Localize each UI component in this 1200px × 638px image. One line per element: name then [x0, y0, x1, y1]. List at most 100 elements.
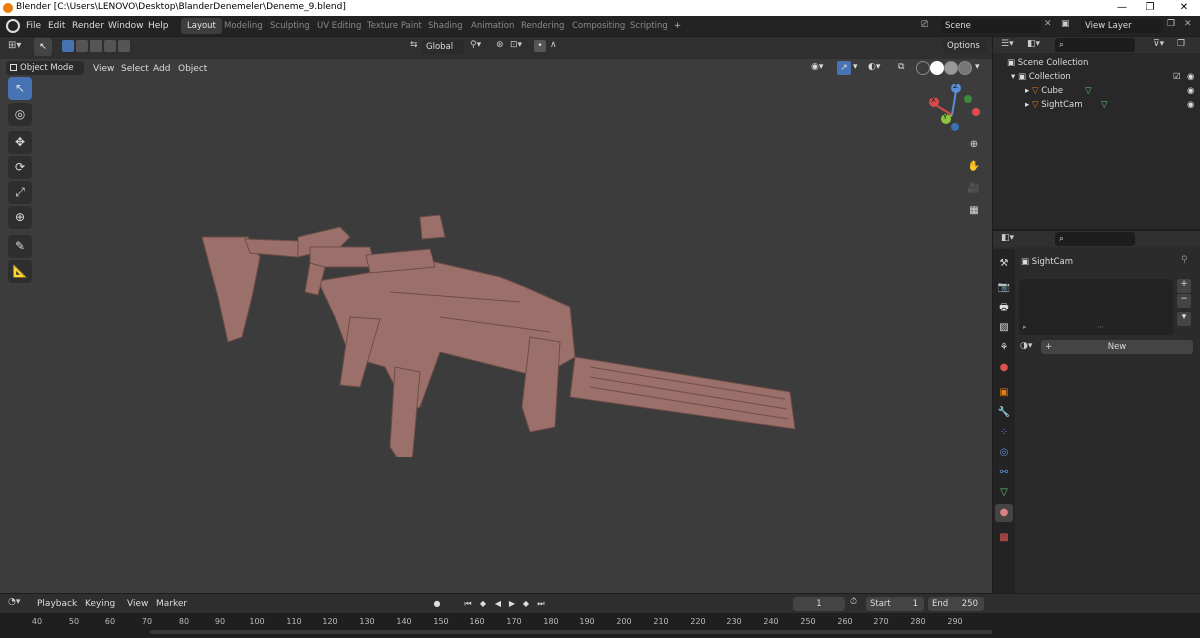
- collection-visibility-icon[interactable]: ◉: [1187, 70, 1194, 84]
- snap-target-icon[interactable]: ⊡▾: [510, 40, 522, 50]
- play-icon[interactable]: ▶: [506, 598, 518, 610]
- material-slot-list[interactable]: ▸ ⋯: [1019, 279, 1173, 335]
- properties-search-input[interactable]: ⌕: [1055, 232, 1135, 246]
- overlays-icon[interactable]: ◐▾: [868, 62, 880, 72]
- scene-remove-icon[interactable]: ✕: [1044, 19, 1054, 29]
- blender-menu-icon[interactable]: [6, 19, 20, 33]
- timeline-menu-playback[interactable]: Playback: [37, 597, 77, 611]
- scene-icon[interactable]: ⎚: [921, 20, 935, 32]
- render-tab-icon[interactable]: 📷: [995, 279, 1013, 297]
- select-box-icon[interactable]: ↖: [8, 77, 32, 100]
- expand-icon[interactable]: ▸: [1025, 86, 1032, 96]
- collection-checkbox[interactable]: ☑: [1173, 70, 1181, 84]
- jump-start-icon[interactable]: ⏮: [462, 598, 474, 610]
- collection-row[interactable]: ▾ ▣ Collection ☑ ◉: [1011, 70, 1197, 84]
- visibility-icon[interactable]: ◉▾: [811, 62, 823, 72]
- properties-editor-icon[interactable]: ◧▾: [1001, 233, 1014, 243]
- close-window-button[interactable]: ✕: [1177, 1, 1191, 15]
- maximize-button[interactable]: ❐: [1143, 1, 1157, 15]
- world-tab-icon[interactable]: ●: [995, 359, 1013, 377]
- filter-icon[interactable]: ⊽▾: [1153, 39, 1164, 49]
- scene-selector[interactable]: Scene: [941, 19, 1041, 33]
- snap-icon[interactable]: ⊛: [496, 40, 504, 50]
- xray-icon[interactable]: ⧉: [898, 62, 904, 72]
- current-frame-field[interactable]: 1: [793, 597, 845, 611]
- outliner-item-cube[interactable]: ▸ ▽ Cube ▽ ◉: [1025, 84, 1197, 98]
- transform-icon[interactable]: ⊕: [8, 206, 32, 229]
- tab-layout[interactable]: Layout: [181, 18, 222, 34]
- constraints-tab-icon[interactable]: ⚯: [995, 464, 1013, 482]
- material-shading-icon[interactable]: [944, 61, 958, 75]
- jump-end-icon[interactable]: ⏭: [535, 598, 547, 610]
- tab-shading[interactable]: Shading: [422, 18, 469, 34]
- outliner[interactable]: ☰▾ ◧▾ ⌕ ⊽▾ ❐ ▣ Scene Collection ▾ ▣ Coll…: [993, 37, 1200, 229]
- timeline-menu-keying[interactable]: Keying: [85, 597, 115, 611]
- jump-keyframe-back-icon[interactable]: ◆: [477, 598, 489, 610]
- list-expand-icon[interactable]: ▸: [1023, 323, 1027, 331]
- select-intersect-icon[interactable]: [118, 40, 130, 52]
- pivot-point-icon[interactable]: ⚲▾: [470, 40, 481, 50]
- jump-keyframe-forward-icon[interactable]: ◆: [520, 598, 532, 610]
- viewport-menu-add[interactable]: Add: [153, 62, 170, 76]
- tab-uv-editing[interactable]: UV Editing: [311, 18, 367, 34]
- editor-type-icon[interactable]: ⊞▾: [8, 40, 21, 51]
- timeline-scrollbar[interactable]: [150, 630, 992, 634]
- select-extend-icon[interactable]: [76, 40, 88, 52]
- new-material-button[interactable]: + New: [1041, 340, 1193, 354]
- tab-animation[interactable]: Animation: [465, 18, 520, 34]
- outliner-editor-icon[interactable]: ☰▾: [1001, 39, 1014, 49]
- pan-hand-icon[interactable]: ✋: [966, 159, 982, 175]
- record-icon[interactable]: ●: [431, 598, 443, 610]
- viewport-menu-object[interactable]: Object: [178, 62, 207, 76]
- scene-collection-row[interactable]: ▣ Scene Collection: [1007, 56, 1088, 70]
- display-mode-icon[interactable]: ◧▾: [1027, 39, 1040, 49]
- rendered-shading-icon[interactable]: [958, 61, 972, 75]
- texture-tab-icon[interactable]: ▩: [995, 529, 1013, 547]
- wireframe-shading-icon[interactable]: [916, 61, 930, 75]
- camera-view-icon[interactable]: 🎥: [966, 181, 982, 197]
- timeline-menu-marker[interactable]: Marker: [156, 597, 187, 611]
- outliner-search-input[interactable]: ⌕: [1055, 38, 1135, 52]
- end-frame-field[interactable]: End 250: [928, 597, 984, 611]
- visibility-icon[interactable]: ◉: [1187, 84, 1194, 98]
- add-workspace-button[interactable]: +: [668, 18, 687, 34]
- timeline[interactable]: ◔▾ Playback Keying View Marker ● ⏮ ◆ ◀ ▶…: [0, 594, 1200, 638]
- tab-modeling[interactable]: Modeling: [218, 18, 269, 34]
- tab-sculpting[interactable]: Sculpting: [264, 18, 316, 34]
- rotate-icon[interactable]: ⟳: [8, 156, 32, 179]
- proportional-edit-icon[interactable]: •: [534, 40, 546, 52]
- grid-view-icon[interactable]: ▦: [966, 203, 982, 219]
- measure-icon[interactable]: 📐: [8, 260, 32, 283]
- scene-tab-icon[interactable]: ⚘: [995, 339, 1013, 357]
- modifier-tab-icon[interactable]: 🔧: [995, 404, 1013, 422]
- gizmo-dropdown-icon[interactable]: ▾: [853, 62, 858, 72]
- move-icon[interactable]: ✥: [8, 131, 32, 154]
- tool-tab-icon[interactable]: ⚒: [995, 255, 1013, 273]
- navigation-gizmo[interactable]: [922, 81, 984, 143]
- object-mode-select[interactable]: Object Mode: [6, 61, 84, 75]
- options-dropdown[interactable]: Options: [943, 39, 987, 53]
- transform-orientation-icon[interactable]: ⇆: [410, 40, 418, 50]
- list-resize-handle[interactable]: ⋯: [1097, 323, 1104, 331]
- material-tab-icon[interactable]: ●: [995, 504, 1013, 522]
- falloff-icon[interactable]: ∧: [550, 40, 557, 50]
- transform-orientation-select[interactable]: Global: [422, 40, 464, 54]
- slot-menu-icon[interactable]: ▾: [1177, 312, 1191, 326]
- weapon-model[interactable]: [190, 207, 810, 457]
- 3d-viewport[interactable]: ⊞▾ ↖ ⇆ Global ⚲▾ ⊛ ⊡▾ • ∧ Options Object…: [0, 37, 992, 593]
- annotate-icon[interactable]: ✎: [8, 235, 32, 258]
- select-invert-icon[interactable]: [104, 40, 116, 52]
- view-layer-icon[interactable]: ▣: [1061, 19, 1079, 29]
- new-collection-icon[interactable]: ❐: [1177, 39, 1185, 49]
- zoom-icon[interactable]: ⊕: [966, 137, 982, 153]
- collapse-icon[interactable]: ▾: [1011, 72, 1018, 82]
- output-tab-icon[interactable]: 🖶: [995, 299, 1013, 317]
- scale-icon[interactable]: ⤢: [8, 181, 32, 204]
- menu-window[interactable]: Window: [108, 19, 144, 33]
- view-layer-copy-icon[interactable]: ❐: [1167, 19, 1177, 29]
- physics-tab-icon[interactable]: ◎: [995, 444, 1013, 462]
- outliner-item-sightcam[interactable]: ▸ ▽ SightCam ▽ ◉: [1025, 98, 1197, 112]
- view-layer-selector[interactable]: View Layer: [1081, 19, 1163, 33]
- particles-tab-icon[interactable]: ⁘: [995, 424, 1013, 442]
- visibility-icon[interactable]: ◉: [1187, 98, 1194, 112]
